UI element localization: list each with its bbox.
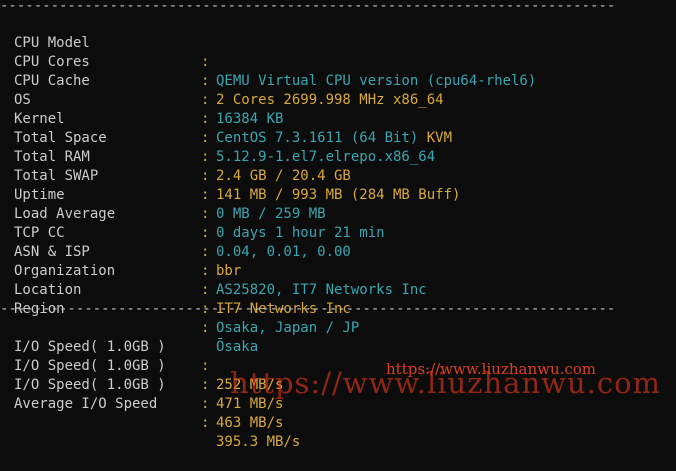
info-row-kernel: Kernel : 5.12.9-1.el7.elrepo.x86_64 — [0, 91, 676, 165]
info-row-uptime: Uptime : 0 days 1 hour 21 min — [0, 167, 676, 241]
info-row-load-average: Load Average : 0.04, 0.01, 0.00 — [0, 186, 676, 260]
divider-top: ----------------------------------------… — [0, 0, 616, 14]
divider-middle: ----------------------------------------… — [0, 301, 616, 317]
info-row-total-ram: Total RAM : 141 MB / 993 MB (284 MB Buff… — [0, 129, 676, 203]
info-row-asn-isp: ASN & ISP : AS25820, IT7 Networks Inc — [0, 224, 676, 298]
info-row-total-swap: Total SWAP : 0 MB / 259 MB — [0, 148, 676, 222]
separator: : — [201, 396, 210, 412]
separator: : — [201, 415, 210, 431]
watermark-large: https://www.liuzhanwu.com — [230, 366, 662, 400]
info-row-organization: Organization : IT7 Networks Inc — [0, 243, 676, 317]
info-row-total-space: Total Space : 2.4 GB / 20.4 GB — [0, 110, 676, 184]
io-value: 463 MB/s — [216, 415, 284, 431]
io-row-1: I/O Speed( 1.0GB ) : 252 MB/s — [0, 319, 676, 393]
info-row-cpu-model: CPU Model : QEMU Virtual CPU version (cp… — [0, 15, 676, 89]
info-row-location: Location : Osaka, Japan / JP — [0, 262, 676, 336]
info-row-os: OS : CentOS 7.3.1611 (64 Bit) KVM — [0, 72, 676, 146]
terminal-window[interactable]: ----------------------------------------… — [0, 0, 676, 450]
io-value: 395.3 MB/s — [216, 434, 301, 450]
io-row-2: I/O Speed( 1.0GB ) : 471 MB/s — [0, 338, 676, 412]
info-row-tcp-cc: TCP CC : bbr — [0, 205, 676, 279]
info-row-cpu-cores: CPU Cores : 2 Cores 2699.998 MHz x86_64 — [0, 34, 676, 108]
info-row-cpu-cache: CPU Cache : 16384 KB — [0, 53, 676, 127]
io-label: Average I/O Speed — [14, 396, 158, 412]
info-row-region: Region : Ōsaka — [0, 281, 676, 355]
